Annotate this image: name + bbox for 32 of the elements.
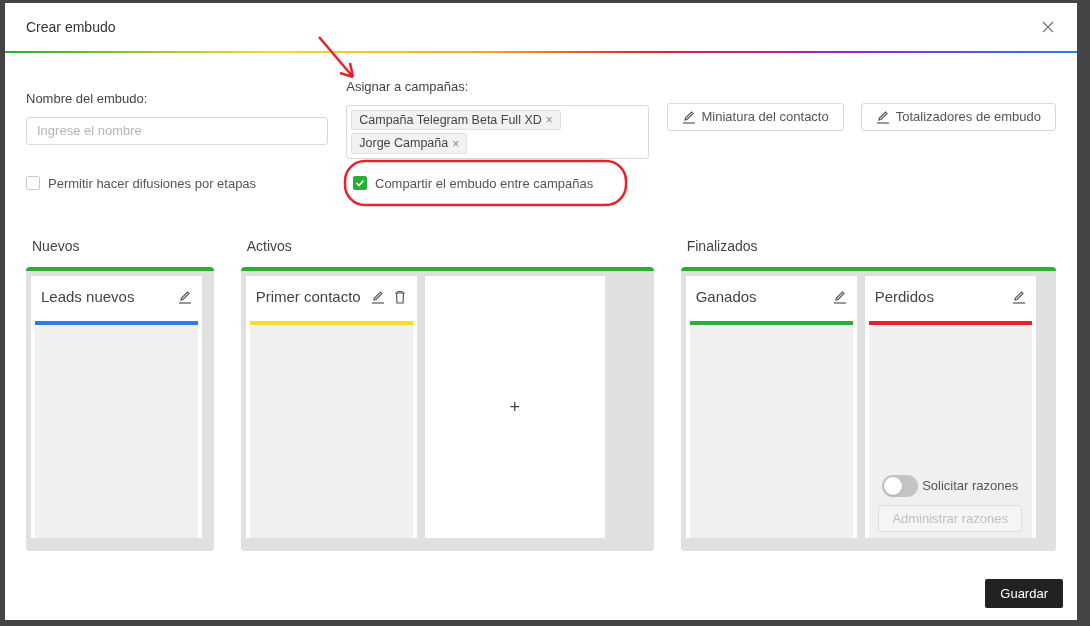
stage-name: Primer contacto	[255, 286, 362, 307]
pencil-icon[interactable]	[832, 290, 847, 304]
field-label: Asignar a campañas:	[346, 78, 470, 96]
group-title: Activos	[246, 237, 293, 256]
stage-name: Perdidos	[874, 286, 935, 307]
add-stage-column[interactable]: +	[424, 276, 605, 538]
checkbox[interactable]	[26, 176, 40, 191]
checkbox[interactable]	[353, 176, 367, 191]
pencil-icon[interactable]	[1011, 290, 1026, 304]
name-input[interactable]: Ingrese el nombre	[26, 116, 329, 145]
checkbox-label: Compartir el embudo entre campañas	[375, 174, 594, 193]
action-button[interactable]: Miniatura del contacto	[666, 103, 844, 131]
pencil-icon[interactable]	[370, 290, 385, 304]
toggle-switch[interactable]	[882, 475, 919, 497]
field-label: Nombre del embudo:	[26, 90, 149, 108]
save-button[interactable]: Guardar	[985, 579, 1063, 608]
toggle-label: Solicitar razones	[922, 477, 1019, 496]
checkbox-label: Permitir hacer difusiones por etapas	[48, 174, 257, 193]
trash-icon[interactable]	[392, 290, 407, 304]
action-button[interactable]: Totalizadores de embudo	[860, 103, 1056, 131]
group-title: Nuevos	[32, 237, 81, 256]
stage-name: Ganados	[695, 286, 758, 307]
pencil-icon[interactable]	[178, 290, 192, 304]
pencil-icon[interactable]	[681, 110, 696, 124]
check-icon	[355, 178, 365, 189]
stage-name: Leads nuevos	[41, 286, 136, 307]
dialog-title: Crear embudo	[26, 17, 116, 37]
tag-label: Jorge Campaña	[359, 135, 449, 153]
group-title: Finalizados	[686, 237, 759, 256]
pencil-icon[interactable]	[875, 110, 890, 124]
tag-label: Campaña Telegram Beta Full XD	[359, 111, 542, 129]
close-icon[interactable]	[1042, 21, 1054, 33]
